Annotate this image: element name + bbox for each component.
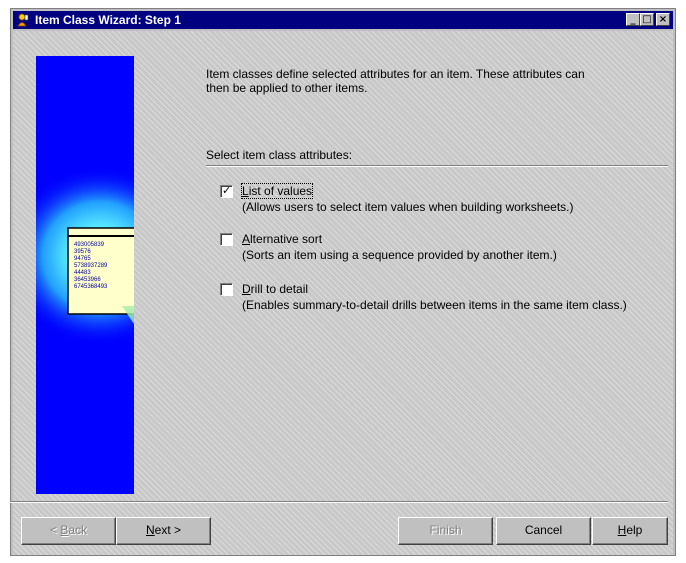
checkmark-icon: ✓ bbox=[222, 184, 232, 197]
drill-to-detail-checkbox[interactable] bbox=[220, 283, 233, 296]
card-number: 94765 bbox=[74, 256, 91, 262]
alternative-sort-checkbox[interactable] bbox=[220, 233, 233, 246]
back-button[interactable]: < Back bbox=[21, 517, 116, 545]
card-number: 36453966 bbox=[74, 277, 101, 283]
minimize-icon: _ bbox=[630, 14, 636, 25]
intro-line: Item classes define selected attributes … bbox=[206, 67, 585, 81]
help-button[interactable]: Help bbox=[592, 517, 668, 545]
intro-text: Item classes define selected attributes … bbox=[206, 67, 666, 95]
option-label[interactable]: List of values bbox=[240, 183, 314, 199]
option-description: (Allows users to select item values when… bbox=[242, 200, 574, 214]
maximize-button[interactable]: □ bbox=[640, 13, 654, 26]
wizard-app-icon bbox=[17, 13, 29, 27]
list-of-values-checkbox[interactable]: ✓ bbox=[220, 184, 233, 198]
window-title: Item Class Wizard: Step 1 bbox=[35, 13, 181, 27]
sort-illustration-icon: A Z 493005839 39576 94765 5738937289 444… bbox=[36, 166, 134, 346]
card-number: 39576 bbox=[74, 249, 91, 255]
option-description: (Enables summary-to-detail drills betwee… bbox=[242, 298, 627, 312]
minimize-button[interactable]: _ bbox=[626, 13, 640, 26]
title-bar[interactable]: Item Class Wizard: Step 1 _ □ × bbox=[13, 11, 673, 29]
cancel-button[interactable]: Cancel bbox=[496, 517, 591, 545]
card-number: 493005839 bbox=[74, 242, 105, 248]
footer-divider bbox=[10, 501, 668, 503]
card-number: 6745368493 bbox=[74, 284, 108, 290]
card-number: 5738937289 bbox=[74, 263, 108, 269]
next-button[interactable]: Next > bbox=[116, 517, 211, 545]
option-label[interactable]: Alternative sort bbox=[242, 232, 322, 246]
section-divider bbox=[206, 165, 668, 167]
wizard-banner: A Z 493005839 39576 94765 5738937289 444… bbox=[36, 56, 134, 494]
close-icon: × bbox=[658, 14, 668, 25]
option-description: (Sorts an item using a sequence provided… bbox=[242, 248, 557, 262]
finish-button[interactable]: Finish bbox=[398, 517, 493, 545]
intro-line: then be applied to other items. bbox=[206, 81, 368, 95]
option-label[interactable]: Drill to detail bbox=[242, 282, 308, 296]
card-number: 44483 bbox=[74, 270, 91, 276]
close-button[interactable]: × bbox=[656, 13, 670, 26]
maximize-icon: □ bbox=[642, 14, 652, 25]
section-label: Select item class attributes: bbox=[206, 148, 353, 162]
